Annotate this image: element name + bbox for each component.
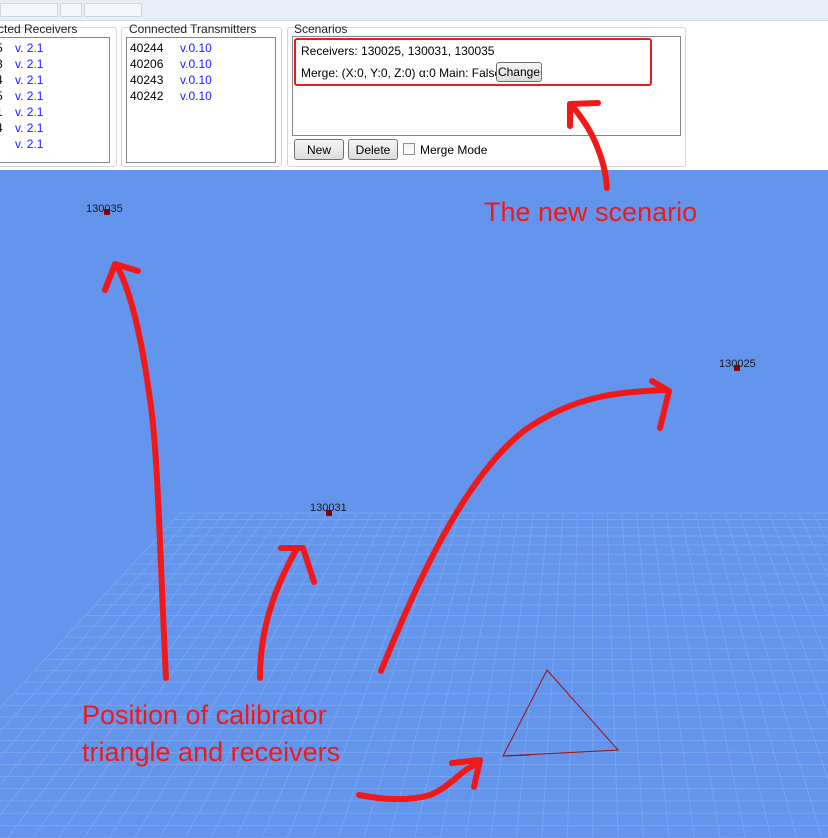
top-tab[interactable] [0,3,58,17]
receiver-id: 5 [0,88,3,104]
top-tab-close[interactable] [60,3,82,17]
receiver-version: v. 2.1 [15,121,44,135]
receivers-group-title: cted Receivers [0,22,78,36]
transmitter-id: 40244 [130,41,164,55]
receiver-version: v. 2.1 [15,57,44,71]
transmitter-version: v.0.10 [180,41,212,55]
transmitter-version: v.0.10 [180,89,212,103]
receivers-list[interactable]: 5v. 2.1 3v. 2.1 4v. 2.1 5v. 2.1 1v. 2.1 … [0,37,110,163]
receiver-label: 130025 [719,358,756,370]
list-item[interactable]: 40242 v.0.10 [127,88,275,104]
transmitter-id: 40242 [130,89,164,103]
receiver-id: 3 [0,56,3,72]
receiver-id: 4 [0,72,3,88]
new-button[interactable]: New [294,139,344,160]
transmitters-list[interactable]: 40244 v.0.10 40206 v.0.10 40243 v.0.10 4024… [126,37,276,163]
annotation-position-line2: triangle and receivers [82,737,341,767]
top-tab[interactable] [84,3,142,17]
receiver-version: v. 2.1 [15,73,44,87]
scenario-item[interactable]: Receivers: 130025, 130031, 130035 Merge:… [294,38,652,86]
change-button[interactable]: Change [496,62,542,82]
transmitter-id: 40243 [130,73,164,87]
transmitter-version: v.0.10 [180,73,212,87]
transmitter-version: v.0.10 [180,57,212,71]
merge-mode-checkbox[interactable] [403,143,415,155]
receiver-version: v. 2.1 [15,89,44,103]
list-item[interactable]: 3 v. 2.1 [0,56,109,72]
receiver-version: v. 2.1 [15,105,44,119]
receiver-version: v. 2.1 [15,137,44,151]
window-top-strip [0,0,828,21]
receiver-id: 4 [0,120,3,136]
delete-button[interactable]: Delete [348,139,398,160]
receiver-label: 130031 [310,502,347,514]
merge-mode-label[interactable]: Merge Mode [420,143,487,157]
receiver-id: 1 [0,104,3,120]
calibrator-triangle [502,669,620,757]
scenario-receivers-text: Receivers: 130025, 130031, 130035 [301,44,495,58]
scenario-merge-text: Merge: (X:0, Y:0, Z:0) α:0 Main: False [301,66,502,80]
list-item[interactable]: 5 v. 2.1 [0,40,109,56]
receiver-id: 5 [0,40,3,56]
list-item[interactable]: 40243 v.0.10 [127,72,275,88]
list-item[interactable]: v. 2.1 [0,136,109,152]
receiver-version: v. 2.1 [15,41,44,55]
list-item[interactable]: 40244 v.0.10 [127,40,275,56]
list-item[interactable]: 4 v. 2.1 [0,72,109,88]
transmitter-id: 40206 [130,57,164,71]
list-item[interactable]: 40206 v.0.10 [127,56,275,72]
scenarios-group-title: Scenarios [294,22,348,36]
list-item[interactable]: 1 v. 2.1 [0,104,109,120]
list-item[interactable]: 5 v. 2.1 [0,88,109,104]
annotation-new-scenario: The new scenario [484,197,698,227]
transmitters-group-title: Connected Transmitters [129,22,257,36]
toolbar: cted Receivers 5 v. 2.1 3 v. 2.1 4 v. 2.1 5… [0,0,828,170]
receiver-label: 130035 [86,203,123,215]
list-item[interactable]: 4 v. 2.1 [0,120,109,136]
annotation-position-line1: Position of calibrator [82,700,327,730]
